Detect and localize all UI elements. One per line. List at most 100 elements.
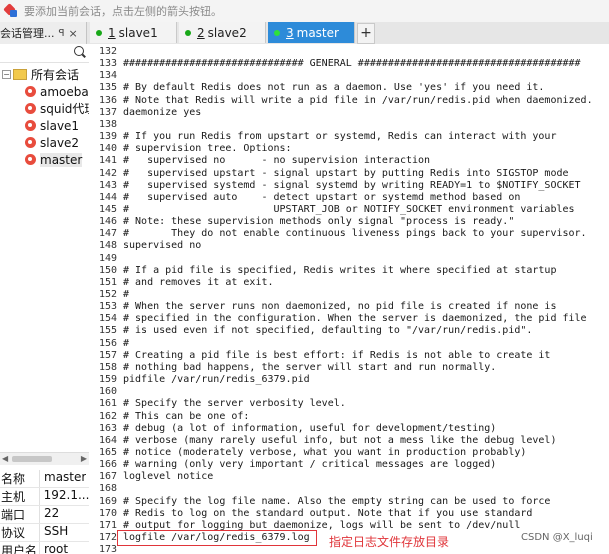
session-manager-title: 会话管理... xyxy=(0,27,55,40)
session-icon xyxy=(25,137,36,148)
session-properties: 名称 master 主机 192.1... 端口 22 协议 SSH 用户名 root xyxy=(0,470,89,554)
session-sidebar: − 所有会话 amoeba squid代理 slave1 slave2 mast… xyxy=(0,44,90,554)
search-icon[interactable] xyxy=(74,46,84,56)
line-text: ############################## GENERAL #… xyxy=(123,58,581,70)
line-number: 140 xyxy=(98,143,117,155)
line-text: # If you run Redis from upstart or syste… xyxy=(123,131,557,143)
pin-icon[interactable]: ꟼ xyxy=(59,28,65,39)
line-text: # By default Redis does not run as a dae… xyxy=(123,82,545,94)
line-text: # supervised no - no supervision interac… xyxy=(123,155,431,167)
line-number: 172 xyxy=(98,532,117,543)
code-line: 134 xyxy=(89,70,609,82)
code-line: 149 xyxy=(89,253,609,265)
top-hint-bar: 要添加当前会话，点击左侧的箭头按钮。 xyxy=(0,0,609,23)
line-text: # specified in the configuration. When t… xyxy=(123,313,587,325)
tab-slave2[interactable]: 2 slave2 xyxy=(179,22,266,43)
line-text: # Specify the server verbosity level. xyxy=(123,398,346,410)
hint-text: 要添加当前会话，点击左侧的箭头按钮。 xyxy=(24,5,222,18)
line-number: 133 xyxy=(98,58,117,70)
line-number: 147 xyxy=(98,228,117,240)
line-number: 150 xyxy=(98,264,117,276)
line-text: # notice (moderately verbose, what you w… xyxy=(123,446,527,458)
code-line: 160 xyxy=(89,386,609,398)
line-number: 138 xyxy=(98,118,117,130)
code-line: 133 ############################## GENERA… xyxy=(89,58,609,70)
line-text: # supervised systemd - signal systemd by… xyxy=(123,179,581,191)
collapse-icon[interactable]: − xyxy=(2,70,11,79)
line-text: # supervised upstart - signal upstart by… xyxy=(123,167,569,179)
annotation-text: 指定日志文件存放目录 xyxy=(329,535,450,549)
tab-master[interactable]: 3 master xyxy=(268,22,355,43)
session-item-master[interactable]: master xyxy=(0,151,89,168)
app-logo-icon xyxy=(4,4,18,18)
code-line: 170 # Redis to log on the standard output… xyxy=(89,508,609,520)
line-number: 168 xyxy=(98,483,117,495)
line-text: # xyxy=(123,289,130,300)
line-number: 149 xyxy=(98,252,117,264)
line-text: # is used even if not specified, default… xyxy=(123,325,533,337)
session-item-squid[interactable]: squid代理 xyxy=(0,100,89,117)
code-line: 154 # specified in the configuration. Whe… xyxy=(89,313,609,325)
line-number: 144 xyxy=(98,191,117,203)
code-line: 137 daemonize yes xyxy=(89,107,609,119)
code-line: 163 # debug (a lot of information, useful… xyxy=(89,423,609,435)
line-number: 161 xyxy=(98,398,117,410)
line-number: 152 xyxy=(98,289,117,300)
line-number: 148 xyxy=(98,240,117,252)
code-line: 161 # Specify the server verbosity level. xyxy=(89,398,609,410)
line-text: # verbose (many rarely useful info, but … xyxy=(123,434,557,446)
line-number: 135 xyxy=(98,82,117,94)
line-number: 137 xyxy=(98,106,117,118)
line-number: 153 xyxy=(98,301,117,313)
code-line: 142 # supervised upstart - signal upstart… xyxy=(89,168,609,180)
line-number: 139 xyxy=(98,131,117,143)
close-icon[interactable]: × xyxy=(69,27,78,40)
code-line: 162 # This can be one of: xyxy=(89,411,609,423)
line-text: # supervised auto - detect upstart or sy… xyxy=(123,191,521,203)
code-line: 157 # Creating a pid file is best effort:… xyxy=(89,350,609,362)
code-line: 143 # supervised systemd - signal systemd… xyxy=(89,180,609,192)
scroll-left-icon[interactable]: ◀ xyxy=(2,454,8,463)
code-line: 156 # xyxy=(89,338,609,350)
line-text: supervised no xyxy=(123,240,202,252)
line-number: 173 xyxy=(98,544,117,554)
session-icon xyxy=(25,86,36,97)
code-line: 144 # supervised auto - detect upstart or… xyxy=(89,192,609,204)
code-line: 159 pidfile /var/run/redis_6379.pid xyxy=(89,374,609,386)
line-number: 136 xyxy=(98,94,117,106)
line-number: 165 xyxy=(98,446,117,458)
line-number: 157 xyxy=(98,349,117,361)
connected-status-icon xyxy=(96,29,102,36)
session-manager-header: 会话管理... ꟼ × xyxy=(0,22,87,44)
code-line: 167 loglevel notice xyxy=(89,471,609,483)
line-number: 155 xyxy=(98,325,117,337)
session-tree: − 所有会话 amoeba squid代理 slave1 slave2 mast… xyxy=(0,66,89,168)
line-text: daemonize yes xyxy=(123,106,202,118)
scrollbar-thumb[interactable] xyxy=(12,456,52,462)
tab-slave1[interactable]: 1 slave1 xyxy=(90,22,177,43)
tree-root-all-sessions[interactable]: − 所有会话 xyxy=(0,66,89,83)
line-text: # Specify the log file name. Also the em… xyxy=(123,495,551,507)
terminal-editor[interactable]: 132 133 ############################## GEN… xyxy=(89,44,609,554)
code-line: 153 # When the server runs non daemonized… xyxy=(89,301,609,313)
line-text: # Creating a pid file is best effort: if… xyxy=(123,349,551,361)
line-number: 169 xyxy=(98,495,117,507)
scroll-right-icon[interactable]: ▶ xyxy=(81,454,87,463)
property-row: 名称 master xyxy=(0,470,89,488)
line-text: # UPSTART_JOB or NOTIFY_SOCKET environme… xyxy=(123,203,575,215)
sidebar-horizontal-scrollbar[interactable]: ◀ ▶ xyxy=(0,452,89,465)
property-row: 主机 192.1... xyxy=(0,488,89,506)
line-number: 171 xyxy=(98,519,117,531)
session-search[interactable] xyxy=(0,44,89,63)
session-item-slave2[interactable]: slave2 xyxy=(0,134,89,151)
code-line: 158 # nothing bad happens, the server wil… xyxy=(89,362,609,374)
add-tab-button[interactable]: + xyxy=(357,23,375,44)
line-number: 142 xyxy=(98,167,117,179)
line-number: 158 xyxy=(98,361,117,373)
session-item-slave1[interactable]: slave1 xyxy=(0,117,89,134)
line-text: # nothing bad happens, the server will s… xyxy=(123,361,497,373)
session-item-amoeba[interactable]: amoeba xyxy=(0,83,89,100)
line-number: 134 xyxy=(98,70,117,82)
line-text: loglevel notice xyxy=(123,471,214,483)
code-line: 155 # is used even if not specified, defa… xyxy=(89,325,609,337)
